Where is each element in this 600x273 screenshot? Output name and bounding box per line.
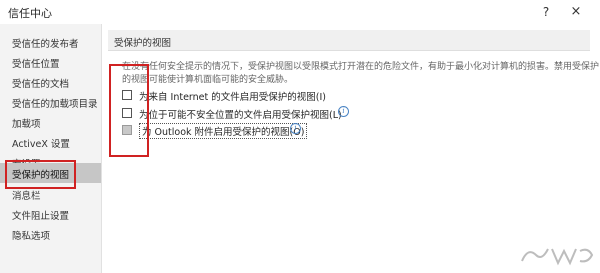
option-label: 为来自 Internet 的文件启用受保护的视图(I) (139, 92, 326, 103)
section-title: 受保护的视图 (114, 38, 172, 49)
sidebar-item-file-block-settings[interactable]: 文件阻止设置 (0, 204, 101, 224)
sidebar-item-privacy-options[interactable]: 隐私选项 (0, 224, 101, 244)
sidebar-item-trusted-documents[interactable]: 受信任的文档 (0, 72, 101, 92)
section-header: 受保护的视图 (108, 30, 590, 51)
watermark-logo (521, 248, 594, 266)
option-internet-files[interactable]: 为来自 Internet 的文件启用受保护的视图(I) (122, 88, 542, 104)
help-button[interactable]: ? (538, 3, 554, 21)
sidebar-item-label: 隐私选项 (12, 231, 51, 242)
option-outlook-attachments[interactable]: 为 Outlook 附件启用受保护的视图(O) i (122, 123, 542, 139)
sidebar-nav: 受信任的发布者 受信任位置 受信任的文档 受信任的加载项目录 加载项 Activ… (0, 24, 102, 273)
info-icon: i (290, 123, 301, 134)
sidebar-item-label: 文件阻止设置 (12, 211, 70, 222)
option-label: 为 Outlook 附件启用受保护的视图(O) (139, 123, 308, 139)
sidebar-item-label: 受信任的发布者 (12, 39, 79, 50)
option-label: 为位于可能不安全位置的文件启用受保护视图(L) (139, 110, 342, 121)
title-bar: 信任中心 ? × (0, 0, 600, 24)
sidebar-item-trusted-locations[interactable]: 受信任位置 (0, 52, 101, 72)
sidebar-item-addins[interactable]: 加载项 (0, 112, 101, 132)
option-unsafe-locations[interactable]: 为位于可能不安全位置的文件启用受保护视图(L) i (122, 106, 542, 122)
sidebar-item-trusted-publishers[interactable]: 受信任的发布者 (0, 32, 101, 52)
sidebar-item-label: ActiveX 设置 (12, 139, 70, 150)
sidebar-item-label: 消息栏 (12, 191, 41, 202)
sidebar-item-trusted-addin-catalogs[interactable]: 受信任的加载项目录 (0, 92, 101, 112)
info-icon: i (338, 106, 349, 117)
red-highlight-box-checkboxes (109, 64, 149, 157)
close-button[interactable]: × (567, 3, 585, 21)
trust-center-dialog: 信任中心 ? × 受信任的发布者 受信任位置 受信任的文档 受信任的加载项目录 … (0, 0, 600, 273)
red-highlight-box-sidebar (5, 160, 76, 189)
sidebar-item-label: 受信任的加载项目录 (12, 99, 98, 110)
sidebar-item-label: 受信任位置 (12, 59, 60, 70)
protected-view-panel: 受保护的视图 在没有任何安全提示的情况下，受保护视图以受限模式打开潜在的危险文件… (108, 30, 599, 273)
sidebar-item-label: 加载项 (12, 119, 41, 130)
description-line-1: 在没有任何安全提示的情况下，受保护视图以受限模式打开潜在的危险文件，有助于最小化… (122, 62, 600, 72)
dialog-title: 信任中心 (8, 7, 52, 20)
sidebar-item-activex-settings[interactable]: ActiveX 设置 (0, 132, 101, 152)
sidebar-item-label: 受信任的文档 (12, 79, 70, 90)
